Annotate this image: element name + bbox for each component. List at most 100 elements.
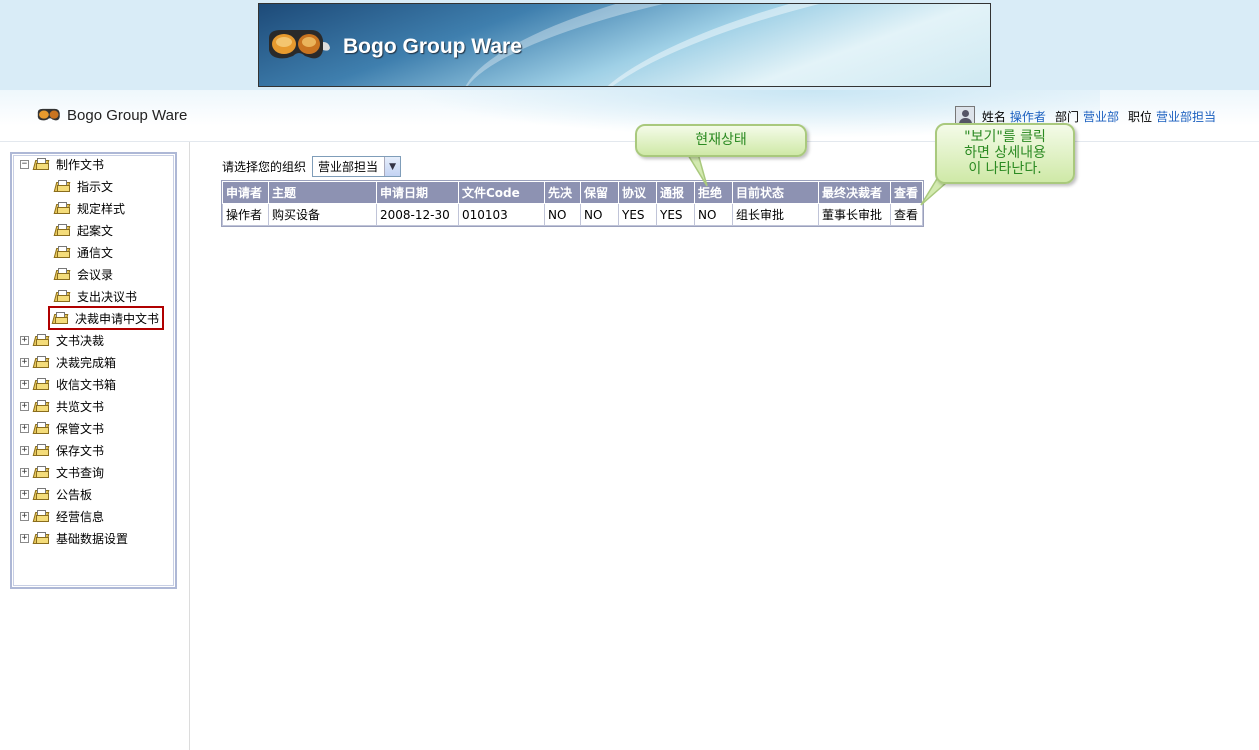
document-table: 申请者 主题 申请日期 文件Code 先决 保留 协议 通报 拒绝 目前状态 最终决裁者 查看 操作者… xyxy=(221,180,924,227)
sidebar-item[interactable]: + 文书决裁 xyxy=(20,330,104,350)
sidebar-item-label: 公告板 xyxy=(56,487,93,502)
expand-icon[interactable]: + xyxy=(20,423,29,433)
folder-icon xyxy=(32,444,50,456)
name-label: 姓名 xyxy=(981,109,1006,124)
expand-icon[interactable]: + xyxy=(20,401,29,411)
folder-icon xyxy=(53,180,71,192)
goggles-icon xyxy=(269,30,330,59)
sidebar-item-label: 基础数据设置 xyxy=(56,531,129,546)
banner: Bogo Group Ware xyxy=(258,3,991,87)
sidebar-child-label: 指示文 xyxy=(77,179,114,194)
sidebar-item[interactable]: − 制作文书 xyxy=(20,154,104,174)
sidebar-child-label: 会议录 xyxy=(77,267,114,282)
column-header: 先决 xyxy=(544,181,581,204)
sidebar-item[interactable]: + 共览文书 xyxy=(20,396,104,416)
sidebar-item[interactable]: + 收信文书箱 xyxy=(20,374,116,394)
expand-icon[interactable]: + xyxy=(20,379,29,389)
expand-icon[interactable]: + xyxy=(20,335,29,345)
sidebar-child-item[interactable]: 指示文 xyxy=(53,176,114,196)
column-header: 申请者 xyxy=(222,181,269,204)
expand-icon[interactable]: + xyxy=(20,467,29,477)
sidebar-item-label: 制作文书 xyxy=(56,157,105,172)
column-header: 协议 xyxy=(618,181,657,204)
collapse-icon[interactable]: − xyxy=(20,159,29,169)
folder-icon xyxy=(32,488,50,500)
sidebar-child-label: 通信文 xyxy=(77,245,114,260)
sidebar-item[interactable]: + 基础数据设置 xyxy=(20,528,128,548)
folder-icon xyxy=(32,466,50,478)
folder-icon xyxy=(53,268,71,280)
sidebar-item[interactable]: + 保管文书 xyxy=(20,418,104,438)
org-select[interactable]: 营业部担当 ▼ xyxy=(312,156,402,177)
sidebar-item-label: 决裁完成箱 xyxy=(56,355,117,370)
sidebar-child-label: 规定样式 xyxy=(77,201,126,216)
expand-icon[interactable]: + xyxy=(20,357,29,367)
sidebar-item[interactable]: + 公告板 xyxy=(20,484,92,504)
expand-icon[interactable]: + xyxy=(20,511,29,521)
position-label: 职位 xyxy=(1127,109,1152,124)
callout-view-line-3: 이 나타난다. xyxy=(968,161,1042,177)
table-cell: 操作者 xyxy=(222,203,269,226)
folder-icon xyxy=(53,290,71,302)
column-header: 目前状态 xyxy=(732,181,819,204)
table-cell: YES xyxy=(618,203,657,226)
name-value[interactable]: 操作者 xyxy=(1010,108,1046,125)
sidebar-child-item[interactable]: 支出决议书 xyxy=(53,286,138,306)
folder-icon xyxy=(32,356,50,368)
folder-icon xyxy=(32,510,50,522)
sidebar-child-item[interactable]: 通信文 xyxy=(53,242,114,262)
expand-icon[interactable]: + xyxy=(20,533,29,543)
folder-icon xyxy=(32,422,50,434)
dept-value[interactable]: 营业部 xyxy=(1083,108,1119,125)
table-cell: NO xyxy=(544,203,581,226)
folder-icon xyxy=(32,334,50,346)
expand-icon[interactable]: + xyxy=(20,489,29,499)
banner-title: Bogo Group Ware xyxy=(343,35,522,58)
folder-icon xyxy=(53,224,71,236)
folder-icon xyxy=(32,400,50,412)
sidebar-item-label: 共览文书 xyxy=(56,399,105,414)
dept-label: 部门 xyxy=(1054,109,1079,124)
table-cell: YES xyxy=(656,203,695,226)
table-cell: 组长审批 xyxy=(732,203,819,226)
sidebar-item[interactable]: + 经营信息 xyxy=(20,506,104,526)
column-header: 文件Code xyxy=(458,181,545,204)
folder-icon xyxy=(32,378,50,390)
callout-view-line-1: "보기"를 클릭 xyxy=(964,129,1046,145)
folder-icon xyxy=(51,312,69,324)
sidebar-child-label: 支出决议书 xyxy=(77,289,138,304)
expand-icon[interactable]: + xyxy=(20,445,29,455)
folder-icon xyxy=(32,158,50,170)
table-header-row: 申请者 主题 申请日期 文件Code 先决 保留 协议 通报 拒绝 目前状态 最终决裁者 查看 xyxy=(222,181,923,204)
sidebar-item[interactable]: + 文书查询 xyxy=(20,462,104,482)
chevron-down-icon[interactable]: ▼ xyxy=(384,157,401,176)
table-row: 操作者 购买设备 2008-12-30 010103 NO NO YES YES NO 组长审批董… xyxy=(222,203,923,226)
column-header: 主题 xyxy=(268,181,377,204)
position-value[interactable]: 营业部担当 xyxy=(1156,108,1216,125)
column-header: 申请日期 xyxy=(376,181,459,204)
folder-icon xyxy=(53,202,71,214)
folder-icon xyxy=(32,532,50,544)
sidebar-child-item-selected[interactable]: 决裁申请中文书 xyxy=(48,306,165,330)
sidebar-item[interactable]: + 决裁完成箱 xyxy=(20,352,116,372)
sidebar-item-label: 保存文书 xyxy=(56,443,105,458)
table-cell: 010103 xyxy=(458,203,545,226)
callout-status: 현재상태 xyxy=(635,124,807,157)
sidebar-child-item[interactable]: 规定样式 xyxy=(53,198,126,218)
callout-view-line-2: 하면 상세내용 xyxy=(964,145,1046,161)
sidebar-child-item[interactable]: 起案文 xyxy=(53,220,113,240)
callout-view: "보기"를 클릭 하면 상세내용 이 나타난다. xyxy=(935,123,1075,184)
table-cell: 2008-12-30 xyxy=(376,203,459,226)
table-cell: 购买设备 xyxy=(268,203,377,226)
left-divider xyxy=(189,142,190,750)
column-header: 最终决裁者 xyxy=(818,181,891,204)
sidebar-item-label: 保管文书 xyxy=(56,421,105,436)
goggles-logo-icon xyxy=(37,108,60,121)
logo-text: Bogo Group Ware xyxy=(67,107,188,124)
sidebar-item[interactable]: + 保存文书 xyxy=(20,440,104,460)
sidebar-item-label: 文书查询 xyxy=(56,465,105,480)
org-label: 请选择您的组织 xyxy=(222,160,307,174)
table-cell: NO xyxy=(580,203,619,226)
sidebar-child-item[interactable]: 会议录 xyxy=(53,264,114,284)
org-select-value: 营业部担当 xyxy=(318,160,379,174)
